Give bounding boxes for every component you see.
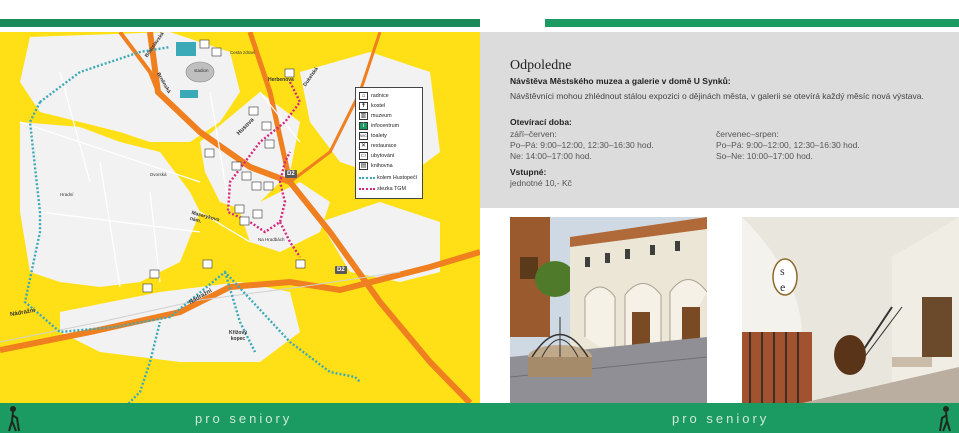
season-title: září–červen: (510, 129, 557, 139)
info-panel: Odpoledne Návštěva Městského muzea a gal… (480, 32, 959, 403)
legend-label: toalety (371, 132, 387, 139)
street-label-hradni: Hradní (60, 192, 74, 197)
route-badge-d2-upper: D2 (285, 170, 297, 178)
info-icon: i (359, 121, 368, 130)
bed-icon: ▭ (359, 151, 368, 160)
opening-hours-heading: Otevírací doba: (510, 117, 572, 127)
legend-item-ubytovani: ▭ ubytování (359, 151, 423, 160)
season-line: Po–Pá: 9:00–12:00, 12:30–16:30 hod. (716, 140, 860, 150)
legend-label: knihovna (371, 162, 393, 169)
description-paragraph: Návštěvníci mohou zhlédnout stálou expoz… (510, 91, 924, 101)
season-line: So–Ne: 10:00–17:00 hod. (716, 151, 813, 161)
season-line: Po–Pá: 9:00–12:00, 12:30–16:30 hod. (510, 140, 654, 150)
svg-text:e: e (780, 280, 785, 294)
wc-icon: WC (359, 131, 368, 140)
legend-label: kolem Hustopečí (377, 174, 418, 181)
label-stadion: stadion (194, 68, 209, 73)
map-legend: ⌂ radnice ✝ kostel ▥ muzeum i infocentrum WC… (355, 87, 423, 199)
legend-item-kolem-hustopeci: kolem Hustopečí (359, 173, 423, 182)
walking-senior-icon-right (939, 406, 951, 432)
svg-text:s: s (780, 264, 785, 278)
street-label-dvorska: Dvorská (150, 172, 167, 177)
church-icon: ✝ (359, 101, 368, 110)
legend-item-muzeum: ▥ muzeum (359, 111, 423, 120)
legend-item-kostel: ✝ kostel (359, 101, 423, 110)
town-hall-icon: ⌂ (359, 91, 368, 100)
admission-value: jednotné 10,- Kč (510, 178, 572, 188)
legend-item-infocentrum: i infocentrum (359, 121, 423, 130)
season-line: Ne: 14:00–17:00 hod. (510, 151, 592, 161)
section-title: Odpoledne (510, 58, 572, 73)
legend-item-stezka-tgm: stezka TGM (359, 184, 423, 193)
legend-label: stezka TGM (377, 185, 406, 192)
admission-block: Vstupné: jednotné 10,- Kč (510, 167, 572, 189)
library-icon: ▤ (359, 161, 368, 170)
lede-heading: Návštěva Městského muzea a galerie v dom… (510, 76, 731, 86)
magenta-trail-swatch (359, 187, 375, 190)
museum-icon: ▥ (359, 111, 368, 120)
legend-item-toalety: WC toalety (359, 131, 423, 140)
town-map: D2 D2 Nádražní Nádražní Křížový kopec Ma… (0, 32, 480, 403)
photo-courtyard (510, 217, 707, 403)
top-bar (0, 0, 959, 32)
legend-item-knihovna: ▤ knihovna (359, 161, 423, 170)
legend-label: kostel (371, 102, 386, 109)
street-label-na-hradbach: Na Hradbách (258, 237, 285, 242)
photo-museum-interior: s e (742, 217, 959, 403)
footer-text-left: pro seniory (195, 411, 293, 426)
legend-label: radnice (371, 92, 389, 99)
hours-season-2: červenec–srpen: Po–Pá: 9:00–12:00, 12:30… (716, 129, 860, 162)
legend-label: restaurace (371, 142, 397, 149)
teal-trail-swatch (359, 176, 375, 179)
label-krizovy-kopec: Křížový kopec (228, 330, 248, 342)
brochure-page: D2 D2 Nádražní Nádražní Křížový kopec Ma… (0, 0, 959, 433)
footer-text-right: pro seniory (672, 411, 770, 426)
route-badge-d2-lower: D2 (335, 266, 347, 274)
top-green-rule-right (545, 19, 959, 27)
street-label-herbenova: Herbenova (268, 77, 294, 83)
legend-item-restaurace: ✕ restaurace (359, 141, 423, 150)
season-title: červenec–srpen: (716, 129, 779, 139)
label-cesta-zdravi: Cesta zdraví (230, 50, 256, 55)
admission-heading: Vstupné: (510, 167, 547, 177)
top-green-rule-left (0, 19, 480, 27)
walking-senior-icon (8, 406, 20, 432)
legend-label: infocentrum (371, 122, 400, 129)
legend-item-radnice: ⌂ radnice (359, 91, 423, 100)
restaurant-icon: ✕ (359, 141, 368, 150)
legend-label: ubytování (371, 152, 395, 159)
hours-season-1: září–červen: Po–Pá: 9:00–12:00, 12:30–16… (510, 129, 654, 162)
legend-label: muzeum (371, 112, 392, 119)
footer-band: pro seniory pro seniory (0, 403, 959, 433)
info-text-box: Odpoledne Návštěva Městského muzea a gal… (480, 32, 959, 208)
